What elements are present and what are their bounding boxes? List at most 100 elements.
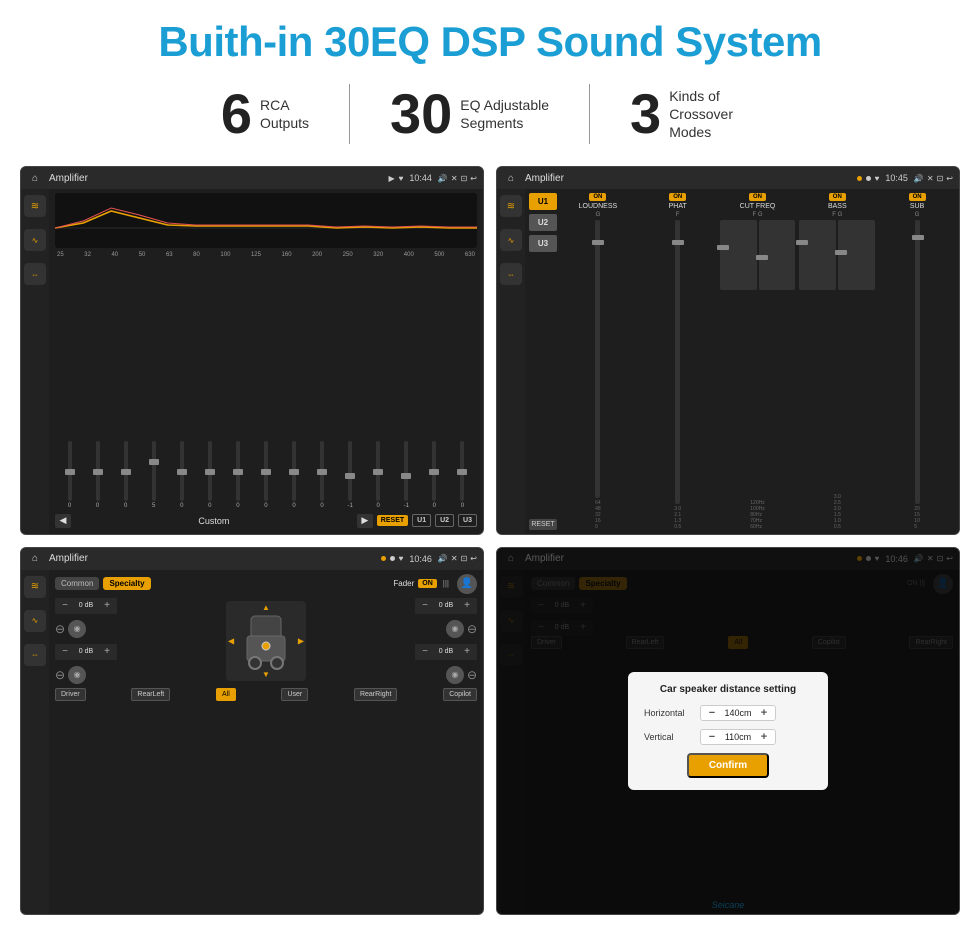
arrow-right-icon[interactable]: ▶ (298, 636, 304, 645)
arrow-icon-btn[interactable]: ⇔ (24, 263, 46, 285)
eq-icon-btn[interactable]: ≋ (24, 195, 46, 217)
fader-tr-val: 0 dB (434, 602, 458, 609)
fader-left-col: − 0 dB + ⊖ ◉ − (55, 598, 117, 684)
vertical-control[interactable]: − 110cm + (700, 729, 776, 745)
rear-left-btn[interactable]: RearLeft (131, 688, 170, 701)
eq-slider-6[interactable]: 0 (197, 441, 222, 509)
fader-br-val: 0 dB (434, 648, 458, 655)
fader-bl-control[interactable]: − 0 dB + (55, 644, 117, 660)
vertical-value: 110cm (723, 732, 753, 742)
home-icon-3[interactable]: ⌂ (27, 551, 43, 567)
fader-right-col: − 0 dB + ◉ ⊖ − (415, 598, 477, 684)
prev-btn[interactable]: ◀ (55, 514, 71, 528)
fader-tr-plus[interactable]: + (461, 600, 473, 612)
amp-reset-btn[interactable]: RESET (529, 519, 557, 530)
wave-icon-btn-2[interactable]: ∿ (500, 229, 522, 251)
loudness-slider[interactable] (595, 220, 600, 498)
driver-btn[interactable]: Driver (55, 688, 86, 701)
fader-br-control[interactable]: − 0 dB + (415, 644, 477, 660)
eq-slider-15[interactable]: 0 (450, 441, 475, 509)
vertical-plus-btn[interactable]: + (757, 731, 771, 743)
home-icon[interactable]: ⌂ (27, 170, 43, 186)
eq-slider-1[interactable]: 0 (57, 441, 82, 509)
horizontal-control[interactable]: − 140cm + (700, 705, 776, 721)
eq-slider-8[interactable]: 0 (253, 441, 278, 509)
rear-right-btn[interactable]: RearRight (354, 688, 398, 701)
sub-label: SUB (910, 203, 924, 210)
sub-slider[interactable] (915, 220, 920, 504)
specialty-tab[interactable]: Specialty (103, 577, 150, 590)
eq-slider-4[interactable]: 5 (141, 441, 166, 509)
bass-slider-2[interactable] (838, 220, 875, 290)
phat-slider[interactable] (675, 220, 680, 504)
u2-select[interactable]: U2 (529, 214, 557, 231)
fader-label: Fader (393, 579, 414, 588)
phat-on-btn[interactable]: ON (669, 193, 686, 201)
eq-icon-btn-3[interactable]: ≋ (24, 576, 46, 598)
u3-select[interactable]: U3 (529, 235, 557, 252)
fader-on-btn[interactable]: ON (418, 579, 437, 588)
bass-slider-1[interactable] (799, 220, 836, 290)
u3-btn[interactable]: U3 (458, 514, 477, 527)
horizontal-plus-btn[interactable]: + (757, 707, 771, 719)
loudness-on-btn[interactable]: ON (589, 193, 606, 201)
eq-slider-11[interactable]: -1 (338, 441, 363, 509)
arrow-left-icon[interactable]: ◀ (228, 636, 234, 645)
eq-slider-3[interactable]: 0 (113, 441, 138, 509)
all-btn[interactable]: All (216, 688, 236, 701)
fader-tl-control[interactable]: − 0 dB + (55, 598, 117, 614)
eq-slider-12[interactable]: 0 (366, 441, 391, 509)
screen1-sidebar: ≋ ∿ ⇔ (21, 189, 49, 534)
common-tab[interactable]: Common (55, 577, 99, 590)
fader-bl-minus[interactable]: − (59, 646, 71, 658)
stat-crossover: 3 Kinds ofCrossover Modes (590, 86, 799, 142)
u1-select[interactable]: U1 (529, 193, 557, 210)
sub-on-btn[interactable]: ON (909, 193, 926, 201)
fader-tl-plus[interactable]: + (101, 600, 113, 612)
next-btn[interactable]: ▶ (357, 514, 373, 528)
eq-slider-10[interactable]: 0 (310, 441, 335, 509)
eq-sliders[interactable]: 0 0 0 5 (55, 261, 477, 509)
eq-slider-2[interactable]: 0 (85, 441, 110, 509)
dialog-overlay: Car speaker distance setting Horizontal … (497, 548, 959, 915)
fader-br-minus[interactable]: − (419, 646, 431, 658)
eq-slider-5[interactable]: 0 (169, 441, 194, 509)
arrow-down-icon[interactable]: ▼ (262, 670, 270, 679)
screen-amp: ⌂ Amplifier ♥ 10:45 🔊 ✕ ⊡ ↩ ≋ ∿ ⇔ (496, 166, 960, 535)
cutfreq-slider-2[interactable] (759, 220, 796, 290)
fader-tr-minus[interactable]: − (419, 600, 431, 612)
cutfreq-on-btn[interactable]: ON (749, 193, 766, 201)
user-btn[interactable]: User (281, 688, 308, 701)
eq-slider-13[interactable]: -1 (394, 441, 419, 509)
home-icon-2[interactable]: ⌂ (503, 170, 519, 186)
screen3-sidebar: ≋ ∿ ⇔ (21, 570, 49, 915)
copilot-btn[interactable]: Copilot (443, 688, 477, 701)
arrow-up-icon[interactable]: ▲ (262, 603, 270, 612)
horizontal-minus-btn[interactable]: − (705, 707, 719, 719)
cutfreq-slider-1[interactable] (720, 220, 757, 290)
wave-icon-btn[interactable]: ∿ (24, 229, 46, 251)
fader-tr-control[interactable]: − 0 dB + (415, 598, 477, 614)
eq-slider-7[interactable]: 0 (225, 441, 250, 509)
fader-br-plus[interactable]: + (461, 646, 473, 658)
wave-icon-btn-3[interactable]: ∿ (24, 610, 46, 632)
arrow-icon-btn-2[interactable]: ⇔ (500, 263, 522, 285)
reset-btn[interactable]: RESET (377, 515, 408, 526)
page-container: Buith-in 30EQ DSP Sound System 6 RCAOutp… (0, 0, 980, 925)
fader-tl-minus[interactable]: − (59, 600, 71, 612)
fader-grid: − 0 dB + ⊖ ◉ − (55, 598, 477, 684)
u1-btn[interactable]: U1 (412, 514, 431, 527)
speaker-distance-dialog: Car speaker distance setting Horizontal … (628, 672, 828, 790)
u2-btn[interactable]: U2 (435, 514, 454, 527)
bass-on-btn[interactable]: ON (829, 193, 846, 201)
arrow-icon-btn-3[interactable]: ⇔ (24, 644, 46, 666)
fader-bl-plus[interactable]: + (101, 646, 113, 658)
vertical-minus-btn[interactable]: − (705, 731, 719, 743)
eq-slider-14[interactable]: 0 (422, 441, 447, 509)
confirm-button[interactable]: Confirm (687, 753, 769, 778)
status-dot-3 (381, 556, 386, 561)
stat-rca-label: RCAOutputs (260, 96, 309, 132)
eq-slider-9[interactable]: 0 (282, 441, 307, 509)
eq-icon-btn-2[interactable]: ≋ (500, 195, 522, 217)
amp-ch-phat: ON PHAT F 3.02.11.30.5 (640, 193, 716, 530)
